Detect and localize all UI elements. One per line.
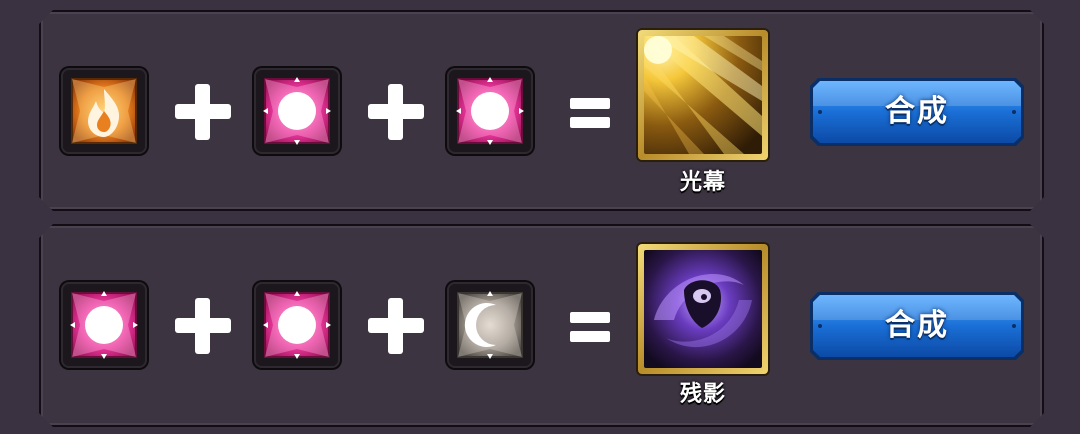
equals-sign: [570, 92, 610, 132]
equals-sign: [570, 306, 610, 346]
moon-gem-icon: [457, 291, 523, 359]
light-gem-icon: [263, 77, 331, 145]
purple-shadow-vortex-icon: [644, 250, 762, 368]
ingredient-slot-1-3[interactable]: [447, 68, 533, 154]
ingredient-slot-2-2[interactable]: [254, 282, 340, 368]
result-slot-1[interactable]: [638, 30, 768, 160]
craft-button-2[interactable]: 合成: [808, 290, 1026, 362]
result-name-1: 光幕: [679, 170, 726, 195]
result-name-2: 残影: [679, 382, 726, 407]
ingredient-slot-2-1[interactable]: [61, 282, 147, 368]
craft-button-label: 合成: [885, 308, 949, 343]
plus-sign: [173, 82, 233, 142]
craft-button-1[interactable]: 合成: [808, 76, 1026, 148]
plus-sign: [173, 296, 233, 356]
crafting-screen: 光幕 合成 残影 合成: [0, 0, 1080, 434]
ingredient-slot-2-3[interactable]: [447, 282, 533, 368]
light-gem-icon: [263, 291, 331, 359]
fire-gem-icon: [71, 78, 137, 144]
light-gem-icon: [456, 77, 524, 145]
golden-light-rays-icon: [644, 36, 762, 154]
plus-sign: [366, 82, 426, 142]
craft-button-label: 合成: [885, 94, 949, 129]
light-gem-icon: [70, 291, 138, 359]
plus-sign: [366, 296, 426, 356]
ingredient-slot-1-2[interactable]: [254, 68, 340, 154]
result-slot-2[interactable]: [638, 244, 768, 374]
ingredient-slot-1-1[interactable]: [61, 68, 147, 154]
